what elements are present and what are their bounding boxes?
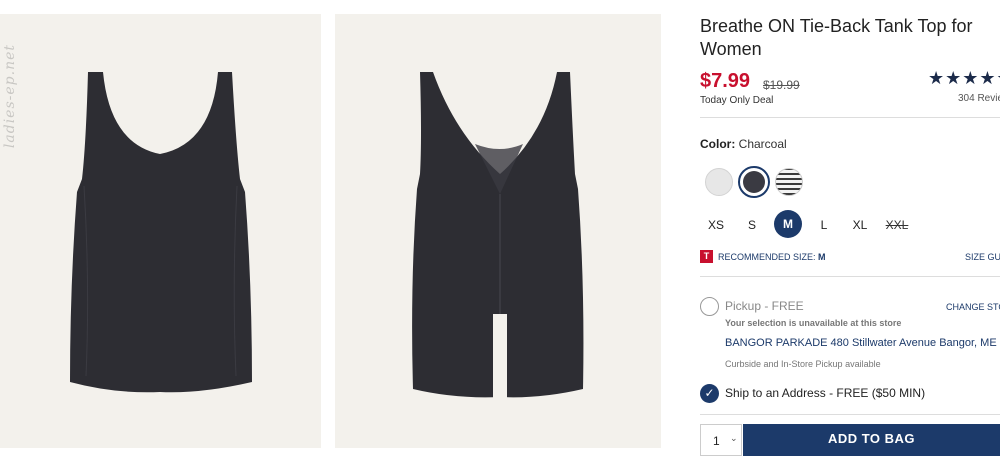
deal-label: Today Only Deal bbox=[700, 95, 774, 106]
recommended-size-value: M bbox=[818, 252, 826, 262]
product-info-panel: Breathe ON Tie-Back Tank Top for Women $… bbox=[700, 0, 1000, 456]
sale-price: $7.99 bbox=[700, 70, 751, 92]
rating-stars-icon[interactable]: ★★★★★ bbox=[928, 68, 1000, 89]
recommended-size: RECOMMENDED SIZE: M bbox=[718, 252, 826, 262]
quantity-select[interactable]: 1 ⌄ bbox=[700, 424, 742, 456]
recommended-size-label: RECOMMENDED SIZE: bbox=[718, 252, 816, 262]
ship-checked-icon[interactable]: ✓ bbox=[700, 384, 719, 403]
swatch-charcoal-fill bbox=[743, 171, 765, 193]
pickup-label[interactable]: Pickup - FREE bbox=[725, 299, 804, 313]
divider bbox=[700, 414, 1000, 415]
size-s[interactable]: S bbox=[738, 214, 766, 236]
quantity-value: 1 bbox=[713, 434, 720, 448]
color-value: Charcoal bbox=[738, 137, 787, 151]
size-xl[interactable]: XL bbox=[846, 214, 874, 236]
product-title: Breathe ON Tie-Back Tank Top for Women bbox=[700, 16, 973, 59]
add-to-bag-button[interactable]: ADD TO BAG bbox=[743, 424, 1000, 456]
divider bbox=[700, 276, 1000, 277]
chevron-down-icon: ⌄ bbox=[730, 433, 738, 443]
size-xxl[interactable]: XXL bbox=[883, 214, 911, 236]
recommended-size-icon: T bbox=[700, 250, 713, 263]
reviews-link[interactable]: 304 Revie bbox=[958, 93, 1000, 104]
store-address[interactable]: BANGOR PARKADE 480 Stillwater Avenue Ban… bbox=[725, 337, 997, 349]
product-image-front[interactable]: ladies-ep.net bbox=[0, 14, 321, 448]
size-l[interactable]: L bbox=[810, 214, 838, 236]
tank-top-front-illustration bbox=[70, 72, 252, 393]
color-label: Color: Charcoal bbox=[700, 137, 787, 151]
original-price: $19.99 bbox=[763, 78, 800, 92]
divider bbox=[700, 117, 1000, 118]
swatch-light-gray[interactable] bbox=[705, 168, 733, 196]
pickup-radio[interactable] bbox=[700, 297, 719, 316]
swatch-charcoal[interactable] bbox=[738, 166, 770, 198]
ship-to-address-label[interactable]: Ship to an Address - FREE ($50 MIN) bbox=[725, 386, 925, 400]
color-label-key: Color: bbox=[700, 137, 736, 151]
change-store-link[interactable]: CHANGE STO bbox=[946, 302, 1000, 312]
size-m[interactable]: M bbox=[774, 210, 802, 238]
size-xs[interactable]: XS bbox=[702, 214, 730, 236]
curbside-note: Curbside and In-Store Pickup available bbox=[725, 359, 881, 369]
size-guide-link[interactable]: SIZE GU bbox=[965, 252, 1000, 262]
product-image-back[interactable] bbox=[335, 14, 661, 448]
swatch-stripe[interactable] bbox=[775, 168, 803, 196]
unavailable-message: Your selection is unavailable at this st… bbox=[725, 318, 902, 328]
tank-top-back-illustration bbox=[412, 72, 584, 399]
